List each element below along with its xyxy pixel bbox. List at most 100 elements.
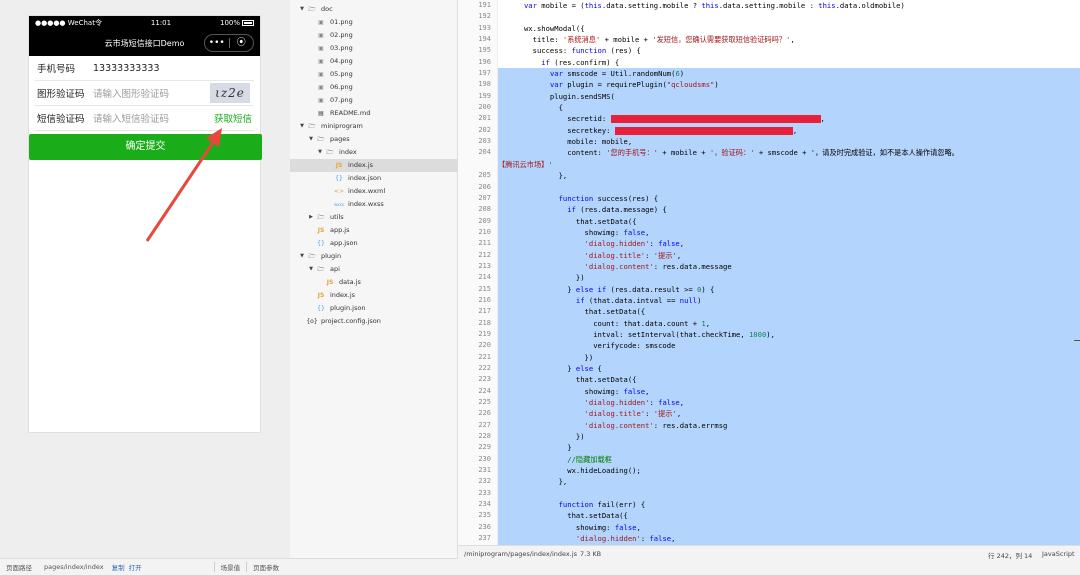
code-line[interactable]: var mobile = (this.data.setting.mobile ?… xyxy=(498,0,1080,11)
code-line[interactable]: function success(res) { xyxy=(498,192,1080,205)
captcha-input[interactable]: 请输入图形验证码 xyxy=(93,86,169,100)
expand-caret-icon[interactable]: ▼ xyxy=(307,263,315,276)
line-number: 193 xyxy=(478,23,491,32)
code-line[interactable]: 'dialog.hidden': false, xyxy=(498,238,1080,250)
code-line[interactable]: }, xyxy=(498,170,1080,182)
code-line[interactable]: that.setData({ xyxy=(498,215,1080,228)
code-line[interactable]: var smscode = Util.randomNum(6) xyxy=(498,68,1080,80)
code-line[interactable]: showimg: false, xyxy=(498,385,1080,398)
code-line[interactable]: 'dialog.title': '提示', xyxy=(498,408,1080,421)
code-line[interactable]: if (that.data.intval == null) xyxy=(498,294,1080,307)
tree-item-api[interactable]: ▼ 🗁 api xyxy=(290,263,457,276)
page-params-button[interactable]: 页面参数 xyxy=(247,562,285,572)
folder-file-icon: 🗁 xyxy=(317,136,325,143)
code-line[interactable]: title: '系统消息' + mobile + '发短信，您确认需要获取短信验… xyxy=(498,34,1080,45)
code-line[interactable]: 'dialog.hidden': false, xyxy=(498,397,1080,409)
code-line[interactable]: 'dialog.title': '提示', xyxy=(498,249,1080,262)
code-line[interactable]: that.setData({ xyxy=(498,306,1080,318)
tree-item-03-png[interactable]: ▣ 03.png xyxy=(290,42,457,55)
tree-item-06-png[interactable]: ▣ 06.png xyxy=(290,81,457,94)
tree-item-index-js[interactable]: JS index.js xyxy=(290,159,457,172)
code-line[interactable]: //隐藏加载框 xyxy=(498,453,1080,466)
more-icon[interactable]: ••• xyxy=(205,35,229,51)
code-line[interactable]: if (res.data.message) { xyxy=(498,204,1080,216)
tree-item-index-js[interactable]: JS index.js xyxy=(290,289,457,302)
tree-item-05-png[interactable]: ▣ 05.png xyxy=(290,68,457,81)
tree-item-miniprogram[interactable]: ▼ 🗁 miniprogram xyxy=(290,120,457,133)
tree-item-utils[interactable]: ▶ 🗁 utils xyxy=(290,211,457,224)
code-line[interactable]: function fail(err) { xyxy=(498,499,1080,511)
language-mode[interactable]: JavaScript xyxy=(1042,550,1075,558)
code-line[interactable]: var plugin = requirePlugin("qcloudsms") xyxy=(498,79,1080,92)
captcha-image[interactable]: ιz2e xyxy=(210,83,250,103)
tree-item-04-png[interactable]: ▣ 04.png xyxy=(290,55,457,68)
code-line[interactable]: plugin.sendSMS( xyxy=(498,90,1080,103)
tree-item-doc[interactable]: ▼ 🗁 doc xyxy=(290,3,457,16)
code-area[interactable]: var mobile = (this.data.setting.mobile ?… xyxy=(498,0,1080,545)
sms-input[interactable]: 请输入短信验证码 xyxy=(93,111,169,125)
submit-button[interactable]: 确定提交 xyxy=(29,134,262,160)
code-line[interactable]: showimg: false, xyxy=(498,521,1080,534)
code-line[interactable]: wx.showModal({ xyxy=(498,23,1080,34)
expand-caret-icon[interactable]: ▼ xyxy=(298,250,306,263)
code-line[interactable]: showimg: false, xyxy=(498,226,1080,239)
cursor-position[interactable]: 行 242，列 14 xyxy=(988,550,1032,560)
code-line[interactable]: 【腾讯云市场】' xyxy=(498,158,1080,171)
scene-value-button[interactable]: 场景值 xyxy=(215,562,247,572)
code-line[interactable]: secretid: , xyxy=(498,113,1080,126)
tree-item-pages[interactable]: ▼ 🗁 pages xyxy=(290,133,457,146)
close-target-icon[interactable]: ⦿ xyxy=(230,35,254,51)
tree-item-plugin[interactable]: ▼ 🗁 plugin xyxy=(290,250,457,263)
phone-input[interactable]: 13333333333 xyxy=(93,63,160,74)
code-line[interactable]: success: function (res) { xyxy=(498,45,1080,56)
code-line[interactable]: }) xyxy=(498,272,1080,284)
tree-item-project-config-json[interactable]: {o} project.config.json xyxy=(290,315,457,328)
code-line[interactable]: }, xyxy=(498,476,1080,489)
tree-item-app-json[interactable]: {} app.json xyxy=(290,237,457,250)
tree-item-index[interactable]: ▼ 🗁 index xyxy=(290,146,457,159)
code-line[interactable]: that.setData({ xyxy=(498,510,1080,523)
expand-caret-icon[interactable]: ▼ xyxy=(298,120,306,133)
code-line[interactable] xyxy=(498,487,1080,500)
code-line[interactable]: 'dialog.content': res.data.message xyxy=(498,260,1080,273)
code-line[interactable]: }) xyxy=(498,351,1080,364)
code-line[interactable]: }) xyxy=(498,431,1080,443)
code-line[interactable] xyxy=(498,181,1080,194)
code-editor[interactable]: 191 192 193 194 195 196 197 198 199 200 201 202 203 2… xyxy=(458,0,1080,545)
code-line[interactable]: intval: setInterval(that.checkTime, 1000… xyxy=(498,328,1080,341)
code-line[interactable]: } else if (res.data.result >= 0) { xyxy=(498,283,1080,296)
tree-item-app-js[interactable]: JS app.js xyxy=(290,224,457,237)
code-line[interactable]: that.setData({ xyxy=(498,374,1080,387)
tree-item-plugin-json[interactable]: {} plugin.json xyxy=(290,302,457,315)
tree-item-index-wxss[interactable]: wxss index.wxss xyxy=(290,198,457,211)
code-line[interactable]: count: that.data.count + 1, xyxy=(498,317,1080,330)
tree-item-02-png[interactable]: ▣ 02.png xyxy=(290,29,457,42)
code-line[interactable]: 'dialog.hidden': false, xyxy=(498,533,1080,545)
expand-caret-icon[interactable]: ▼ xyxy=(298,3,306,16)
code-line[interactable]: wx.hideLoading(); xyxy=(498,465,1080,477)
line-number: 215 xyxy=(478,284,491,293)
tree-item-01-png[interactable]: ▣ 01.png xyxy=(290,16,457,29)
code-line[interactable]: 'dialog.content': res.data.errmsg xyxy=(498,419,1080,432)
code-line[interactable]: content: '您的手机号：' + mobile + '，验证码：' + s… xyxy=(498,147,1080,160)
tree-item-index-json[interactable]: {} index.json xyxy=(290,172,457,185)
get-sms-button[interactable]: 获取短信 xyxy=(214,111,252,125)
open-link[interactable]: 打开 xyxy=(127,562,144,572)
code-line[interactable]: verifycode: smscode xyxy=(498,340,1080,353)
expand-caret-icon[interactable]: ▶ xyxy=(307,211,315,224)
code-line[interactable]: secretkey: , xyxy=(498,124,1080,137)
scrollbar-marker[interactable] xyxy=(1074,340,1080,341)
expand-caret-icon[interactable]: ▼ xyxy=(316,146,324,159)
copy-link[interactable]: 复制 xyxy=(110,562,127,572)
tree-item-readme-md[interactable]: ▤ README.md xyxy=(290,107,457,120)
code-line[interactable]: } xyxy=(498,442,1080,455)
code-line[interactable]: if (res.confirm) { xyxy=(498,57,1080,68)
code-line[interactable]: } else { xyxy=(498,363,1080,375)
tree-item-07-png[interactable]: ▣ 07.png xyxy=(290,94,457,107)
tree-item-data-js[interactable]: JS data.js xyxy=(290,276,457,289)
code-line[interactable]: mobile: mobile, xyxy=(498,136,1080,148)
tree-item-index-wxml[interactable]: <> index.wxml xyxy=(290,185,457,198)
code-line[interactable] xyxy=(498,11,1080,22)
code-line[interactable]: { xyxy=(498,102,1080,114)
expand-caret-icon[interactable]: ▼ xyxy=(307,133,315,146)
